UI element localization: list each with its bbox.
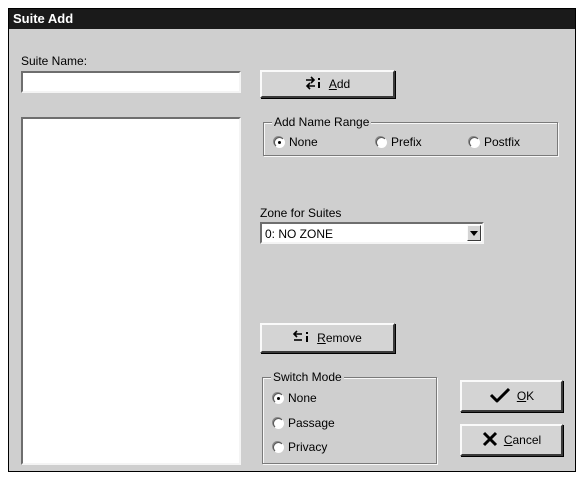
radio-button[interactable] <box>274 136 285 148</box>
radio-button[interactable] <box>273 417 284 429</box>
radio-label: Postfix <box>484 135 521 149</box>
zone-select-value: 0: NO ZONE <box>265 227 334 241</box>
suite-name-label: Suite Name: <box>21 54 88 68</box>
remove-button-label: Remove <box>317 331 362 345</box>
range-radio-prefix[interactable]: Prefix <box>376 135 422 149</box>
chevron-down-icon[interactable] <box>467 225 481 241</box>
radio-button[interactable] <box>469 136 480 148</box>
remove-button[interactable]: Remove <box>260 323 395 353</box>
cancel-button[interactable]: Cancel <box>460 424 563 456</box>
radio-label: Prefix <box>391 135 422 149</box>
switch-mode-title: Switch Mode <box>271 370 344 384</box>
radio-label: None <box>288 391 317 405</box>
zone-select[interactable]: 0: NO ZONE <box>260 222 484 244</box>
ok-button[interactable]: OK <box>460 380 563 412</box>
add-name-range-group: Add Name Range None Prefix Postfix <box>263 115 558 156</box>
radio-label: Privacy <box>288 440 328 454</box>
radio-button[interactable] <box>273 392 284 404</box>
suite-name-field[interactable] <box>21 71 241 93</box>
switch-mode-group: Switch Mode None Passage Privacy <box>262 370 437 464</box>
radio-label: None <box>289 135 318 149</box>
radio-button[interactable] <box>273 441 284 453</box>
switch-radio-none[interactable]: None <box>273 391 317 405</box>
close-icon <box>482 431 498 450</box>
radio-button[interactable] <box>376 136 387 148</box>
radio-label: Passage <box>288 416 335 430</box>
ok-button-label: OK <box>516 389 535 403</box>
switch-radio-privacy[interactable]: Privacy <box>273 440 327 454</box>
window-title: Suite Add <box>9 9 575 29</box>
add-button[interactable]: Add <box>260 70 395 98</box>
zone-label: Zone for Suites <box>260 206 342 220</box>
switch-radio-passage[interactable]: Passage <box>273 416 335 430</box>
suite-add-dialog: Suite Add Suite Name: Add Add Name Range… <box>8 8 576 472</box>
suites-list[interactable] <box>21 117 241 465</box>
add-button-label: Add <box>328 77 351 91</box>
range-radio-none[interactable]: None <box>274 135 318 149</box>
remove-arrow-icon <box>293 329 311 347</box>
add-name-range-title: Add Name Range <box>272 115 372 129</box>
add-arrow-icon <box>305 75 323 93</box>
checkmark-icon <box>489 387 511 406</box>
cancel-button-label: Cancel <box>503 433 542 447</box>
suite-name-input[interactable] <box>23 73 239 91</box>
range-radio-postfix[interactable]: Postfix <box>469 135 520 149</box>
